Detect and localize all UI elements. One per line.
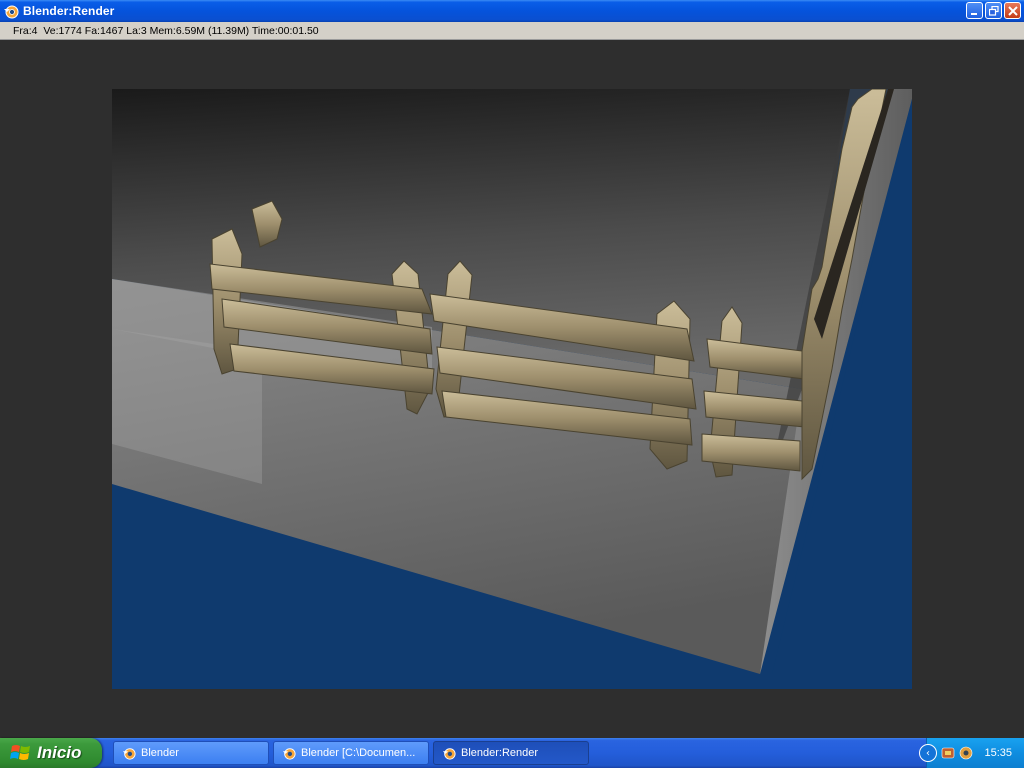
minimize-icon[interactable] [966,2,983,19]
taskbar-item-label: Blender [C:\Documen... [301,747,416,759]
start-button[interactable]: Inicio [0,738,102,768]
render-stats-bar: Fra:4 Ve:1774 Fa:1467 La:3 Mem:6.59M (11… [0,22,1024,40]
close-icon[interactable] [1004,2,1021,19]
blender-logo-icon [282,748,296,760]
taskbar-item-blender-documents[interactable]: Blender [C:\Documen... [273,741,429,765]
tray-app-icon[interactable] [941,746,955,760]
start-label: Inicio [37,743,82,762]
render-viewport [112,89,912,689]
window-titlebar[interactable]: Blender:Render [0,0,1024,22]
window-controls [966,2,1021,19]
blender-logo-icon [122,748,136,760]
blender-logo-icon [442,748,456,760]
taskbar-item-label: Blender [141,747,179,759]
taskbar-item-blender-render[interactable]: Blender:Render [433,741,589,765]
tray-chevron-icon[interactable]: ‹ [919,744,937,762]
rendered-scene-image [112,89,912,689]
render-stats-text: Fra:4 Ve:1774 Fa:1467 La:3 Mem:6.59M (11… [13,24,319,37]
tray-app-icon[interactable] [959,746,973,760]
taskbar: Inicio Blender Blender [C:\Documen... Bl… [0,738,1024,768]
taskbar-item-blender[interactable]: Blender [113,741,269,765]
system-tray: ‹ 15:35 [919,738,1024,768]
maximize-icon[interactable] [985,2,1002,19]
blender-logo-icon [4,5,19,19]
taskbar-item-label: Blender:Render [461,747,539,759]
window-title: Blender:Render [23,4,115,18]
clock: 15:35 [984,747,1012,759]
windows-logo-icon [10,745,30,760]
